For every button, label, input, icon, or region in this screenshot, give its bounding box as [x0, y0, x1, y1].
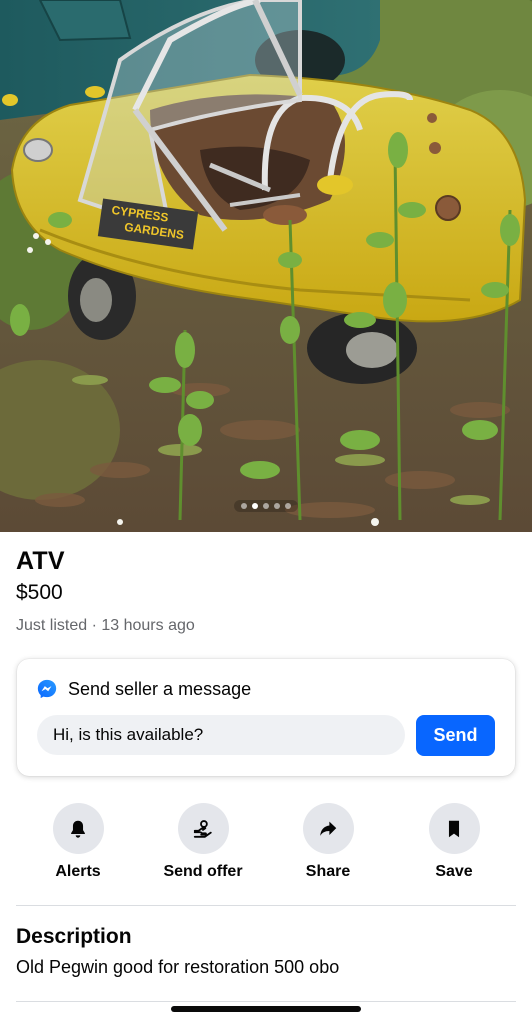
description-text: Old Pegwin good for restoration 500 obo: [16, 957, 340, 977]
send-button[interactable]: Send: [416, 715, 495, 756]
message-card-heading: Send seller a message: [68, 678, 252, 699]
save-label: Save: [435, 863, 473, 880]
save-button[interactable]: Save: [394, 803, 514, 881]
send-offer-button[interactable]: Send offer: [143, 803, 263, 881]
bell-icon: [71, 820, 85, 838]
home-indicator[interactable]: [171, 1006, 361, 1012]
send-offer-label: Send offer: [163, 863, 243, 880]
share-button[interactable]: Share: [268, 803, 388, 881]
offer-icon: [193, 819, 212, 838]
listing-photo[interactable]: CYPRESS GARDENS: [0, 0, 532, 532]
divider: [16, 1001, 516, 1002]
share-label: Share: [305, 863, 351, 880]
alerts-button[interactable]: Alerts: [18, 803, 138, 881]
atv-photo-illustration: CYPRESS GARDENS: [0, 0, 532, 532]
messenger-icon: [37, 679, 57, 699]
alerts-label: Alerts: [55, 863, 101, 880]
listed-time: Just listed · 13 hours ago: [16, 617, 195, 634]
message-seller-card: Send seller a message Hi, is this availa…: [17, 659, 515, 776]
divider: [16, 905, 516, 906]
listing-price: $500: [16, 581, 63, 604]
bookmark-icon: [448, 820, 460, 837]
share-icon: [320, 821, 337, 836]
description-heading: Description: [16, 925, 132, 948]
listing-title: ATV: [16, 547, 65, 575]
action-row: Alerts Send offer Share Save: [0, 803, 532, 887]
message-input[interactable]: Hi, is this available?: [37, 715, 405, 755]
message-card-header: Send seller a message: [36, 678, 251, 700]
